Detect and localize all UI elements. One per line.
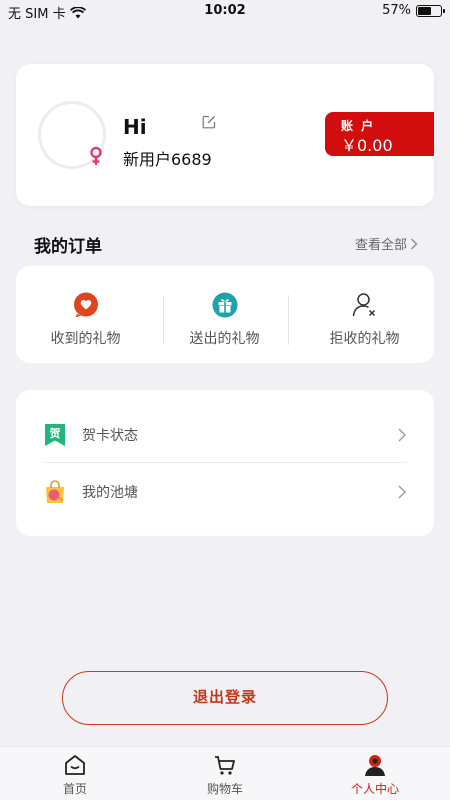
chevron-right-icon — [398, 485, 406, 499]
user-reject-icon — [352, 293, 375, 317]
edit-icon[interactable] — [202, 115, 216, 129]
menu-item-label: 贺卡状态 — [82, 428, 138, 444]
order-received-label: 收到的礼物 — [50, 331, 121, 347]
account-amount: ￥0.00 — [341, 136, 393, 155]
view-all-orders-link[interactable]: 查看全部 — [355, 234, 418, 253]
battery-percent: 57% — [382, 3, 411, 18]
profile-card: Hi 新用户6689 账 户 ￥0.00 — [16, 64, 434, 206]
chevron-right-icon — [398, 428, 406, 442]
orders-title: 我的订单 — [34, 237, 102, 257]
menu-card: 贺 贺卡状态 我的池塘 — [16, 390, 434, 536]
account-balance-button[interactable]: 账 户 ￥0.00 — [325, 112, 434, 156]
order-sent-label: 送出的礼物 — [189, 331, 260, 347]
tab-label: 首页 — [62, 782, 87, 796]
battery-icon — [416, 4, 445, 17]
menu-item-label: 我的池塘 — [82, 485, 138, 501]
gift-icon — [212, 292, 237, 318]
logout-button[interactable]: 退出登录 — [62, 671, 388, 725]
heart-bubble-icon — [73, 292, 98, 318]
divider — [43, 462, 407, 463]
menu-item-card-status[interactable]: 贺 贺卡状态 — [43, 407, 407, 463]
cart-icon — [215, 756, 235, 775]
battery-fill — [418, 6, 431, 15]
pond-bag-icon — [46, 480, 64, 503]
username: 新用户6689 — [123, 150, 212, 169]
menu-item-my-pond[interactable]: 我的池塘 — [43, 464, 407, 520]
tab-label: 购物车 — [206, 782, 243, 796]
chevron-right-icon — [411, 238, 418, 249]
status-bar: 无 SIM 卡 10:02 57% — [0, 0, 450, 24]
divider — [288, 295, 289, 345]
tab-cart[interactable]: 购物车 — [150, 747, 300, 800]
order-received-gifts[interactable]: 收到的礼物 — [16, 266, 155, 363]
tab-home[interactable]: 首页 — [0, 747, 150, 800]
user-icon — [365, 755, 385, 776]
order-rejected-gifts[interactable]: 拒收的礼物 — [295, 266, 434, 363]
greeting-card-icon-text: 贺 — [49, 426, 61, 440]
battery-group: 57% — [382, 3, 445, 18]
view-all-label: 查看全部 — [354, 238, 407, 253]
greeting-card-icon: 贺 — [45, 424, 65, 446]
greeting-text: Hi — [123, 115, 147, 139]
home-icon — [65, 755, 85, 775]
tab-label: 个人中心 — [350, 782, 399, 796]
tab-bar: 首页 购物车 个人中心 — [0, 746, 450, 800]
orders-card: 收到的礼物 送出的礼物 拒收的礼物 — [16, 266, 434, 363]
order-rejected-label: 拒收的礼物 — [329, 331, 400, 347]
order-sent-gifts[interactable]: 送出的礼物 — [155, 266, 294, 363]
tab-profile[interactable]: 个人中心 — [300, 747, 450, 800]
female-icon — [90, 146, 102, 165]
